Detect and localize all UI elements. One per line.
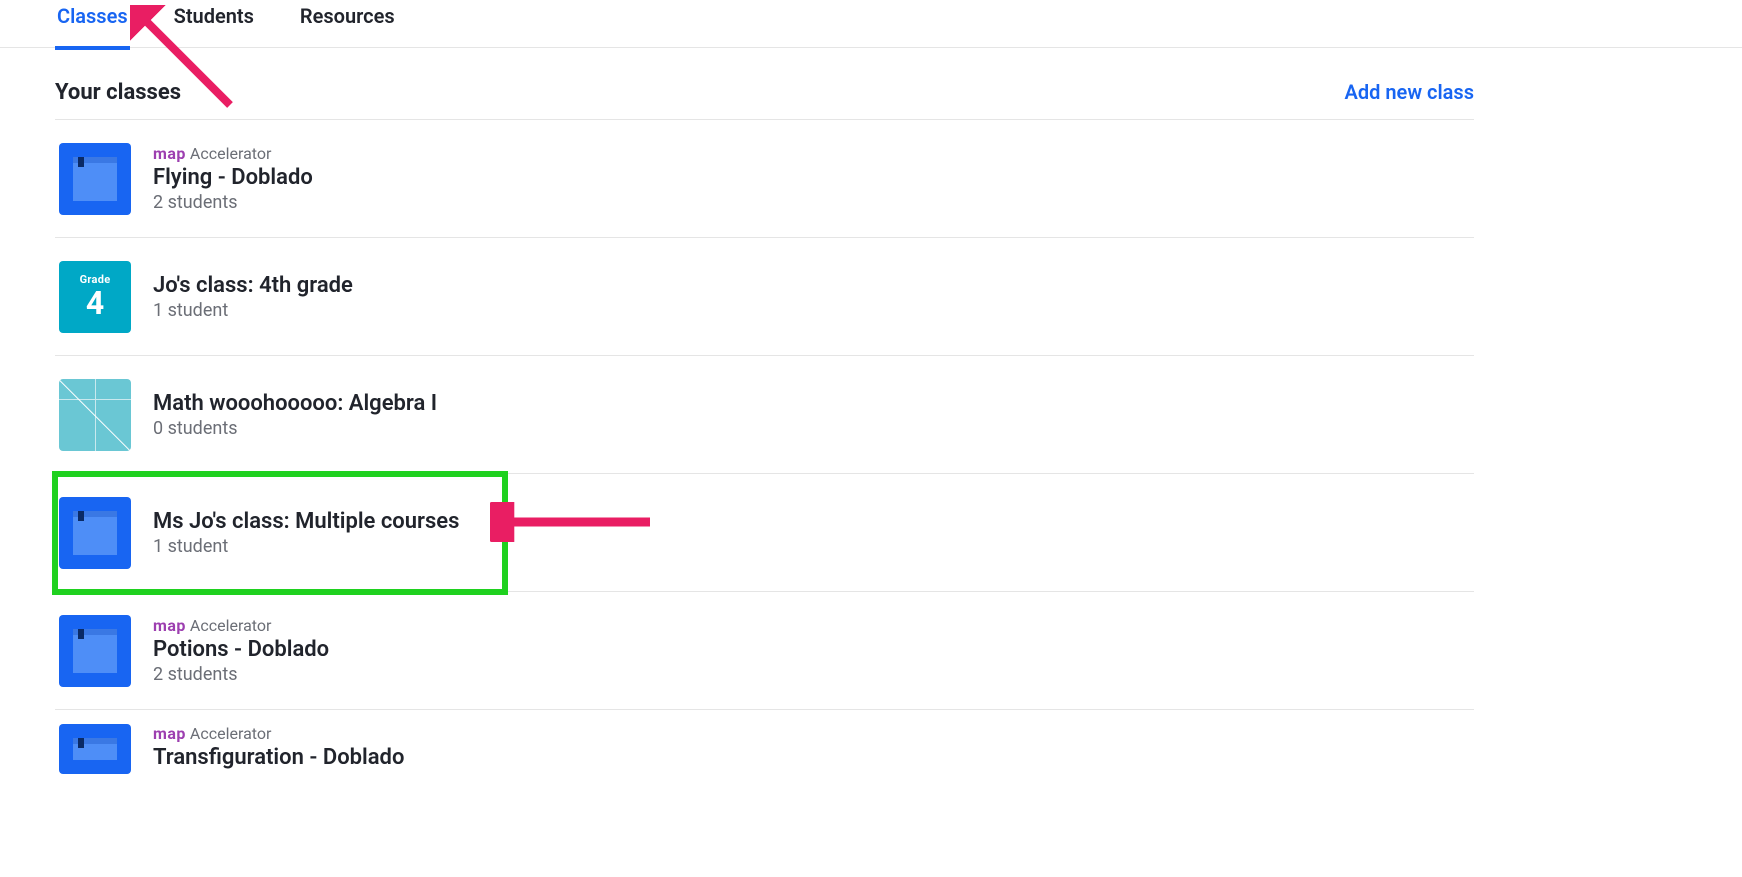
class-row[interactable]: Math wooohooooo: Algebra I 0 students <box>55 356 1474 474</box>
class-text: Math wooohooooo: Algebra I 0 students <box>153 391 437 439</box>
map-accelerator-badge: map Accelerator <box>153 616 329 635</box>
add-new-class-link[interactable]: Add new class <box>1345 80 1474 104</box>
map-word: Accelerator <box>190 724 271 743</box>
class-name: Potions - Doblado <box>153 637 329 662</box>
tab-students[interactable]: Students <box>172 0 256 46</box>
book-icon <box>59 724 131 774</box>
class-row-highlighted[interactable]: Ms Jo's class: Multiple courses 1 studen… <box>55 474 505 592</box>
map-accelerator-badge: map Accelerator <box>153 144 313 163</box>
class-name: Ms Jo's class: Multiple courses <box>153 509 459 534</box>
map-logo: map <box>153 724 186 743</box>
class-row[interactable]: Grade 4 Jo's class: 4th grade 1 student <box>55 238 1474 356</box>
class-student-count: 2 students <box>153 664 329 685</box>
class-text: Jo's class: 4th grade 1 student <box>153 273 353 321</box>
tiles-icon <box>59 379 131 451</box>
book-icon <box>59 143 131 215</box>
class-row[interactable]: map Accelerator Transfiguration - Doblad… <box>55 710 1474 788</box>
class-student-count: 0 students <box>153 418 437 439</box>
map-logo: map <box>153 616 186 635</box>
class-row[interactable]: map Accelerator Potions - Doblado 2 stud… <box>55 592 1474 710</box>
map-word: Accelerator <box>190 616 271 635</box>
section-header: Your classes Add new class <box>55 80 1474 120</box>
annotation-arrow-row <box>490 502 660 542</box>
map-accelerator-badge: map Accelerator <box>153 724 404 743</box>
class-student-count: 1 student <box>153 536 459 557</box>
class-text: map Accelerator Transfiguration - Doblad… <box>153 724 404 770</box>
class-text: map Accelerator Flying - Doblado 2 stude… <box>153 144 313 213</box>
content-area: Your classes Add new class map Accelerat… <box>0 48 1742 788</box>
class-row[interactable]: map Accelerator Flying - Doblado 2 stude… <box>55 120 1474 238</box>
book-icon <box>59 497 131 569</box>
map-logo: map <box>153 144 186 163</box>
class-student-count: 2 students <box>153 192 313 213</box>
grade-icon: Grade 4 <box>59 261 131 333</box>
grade-number: 4 <box>86 287 104 319</box>
tab-classes[interactable]: Classes <box>55 0 130 50</box>
class-text: Ms Jo's class: Multiple courses 1 studen… <box>153 509 459 557</box>
book-icon <box>59 615 131 687</box>
class-name: Math wooohooooo: Algebra I <box>153 391 437 416</box>
class-text: map Accelerator Potions - Doblado 2 stud… <box>153 616 329 685</box>
tab-bar: Classes Students Resources <box>0 0 1742 48</box>
map-word: Accelerator <box>190 144 271 163</box>
section-title: Your classes <box>55 80 181 105</box>
class-name: Jo's class: 4th grade <box>153 273 353 298</box>
class-name: Transfiguration - Doblado <box>153 745 404 770</box>
class-name: Flying - Doblado <box>153 165 313 190</box>
class-student-count: 1 student <box>153 300 353 321</box>
tab-resources[interactable]: Resources <box>298 0 397 46</box>
